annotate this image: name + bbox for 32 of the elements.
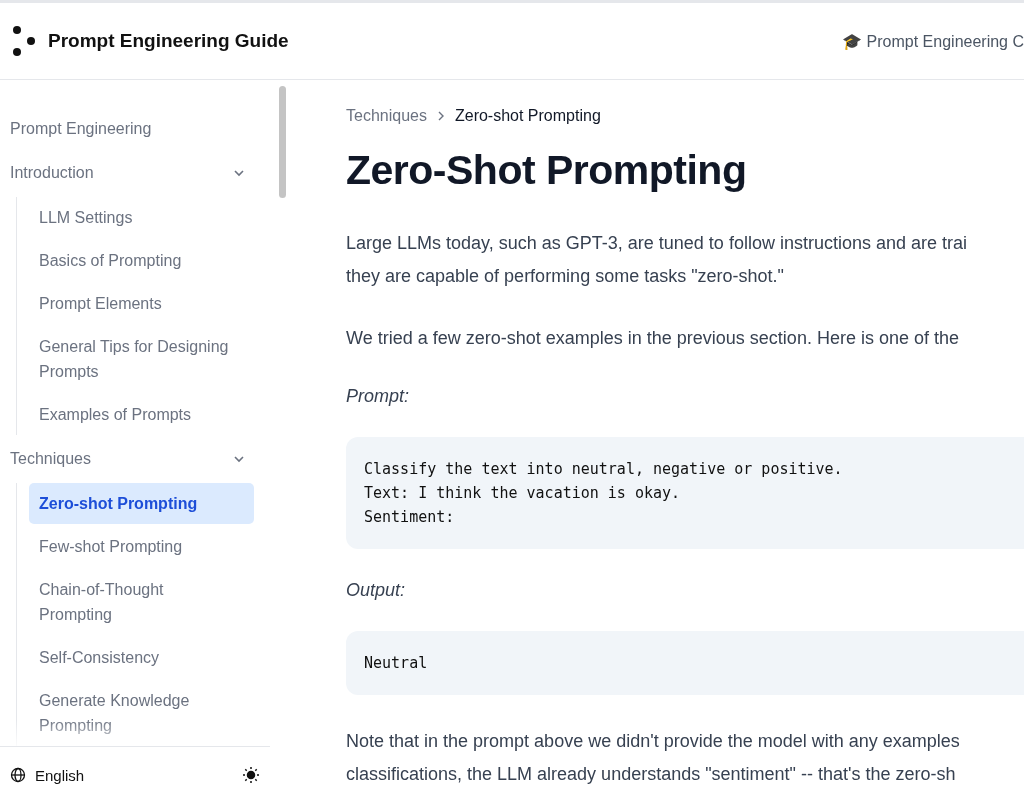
breadcrumb-link[interactable]: Techniques (346, 107, 427, 125)
paragraph-line: We tried a few zero-shot examples in the previous section. Here is one of the (346, 327, 960, 350)
course-link[interactable]: 🎓 Prompt Engineering C (842, 31, 1024, 51)
sidebar-item[interactable]: Generate Knowledge Prompting (29, 680, 254, 746)
logo-icon (12, 26, 36, 56)
sun-icon[interactable] (242, 766, 260, 784)
sidebar-section[interactable]: Prompt Engineering (10, 107, 260, 151)
paragraph-line: classifications, the LLM already understands "sentiment" -- that's the zero-sh (346, 763, 957, 786)
sidebar-item[interactable]: Self-Consistency (29, 637, 254, 678)
sidebar-item[interactable]: LLM Settings (29, 197, 254, 238)
globe-icon (10, 767, 26, 783)
code-block: Neutral (346, 631, 1024, 695)
language-selector[interactable]: English (10, 766, 85, 784)
example-label: Prompt: (346, 386, 411, 407)
sidebar-item[interactable]: Zero-shot Prompting (29, 483, 254, 524)
sidebar-item[interactable]: Prompt Elements (29, 283, 254, 324)
sidebar-section[interactable]: Introduction (10, 151, 260, 195)
paragraph-line: they are capable of performing some tasks "zero-shot." (346, 265, 785, 288)
breadcrumb-link[interactable]: Zero-shot Prompting (454, 107, 601, 125)
site-title[interactable]: Prompt Engineering Guide (48, 30, 289, 52)
paragraph-line: Large LLMs today, such as GPT-3, are tuned to follow instructions and are trai (346, 232, 968, 255)
page-title: Zero-Shot Prompting (346, 147, 748, 194)
example-label: Output: (346, 580, 407, 601)
sidebar-item[interactable]: Examples of Prompts (29, 394, 254, 435)
code-block: Classify the text into neutral, negative or positive. Text: I think the vacation is okay. Sentiment: (346, 437, 1024, 549)
paragraph-line: Note that in the prompt above we didn't provide the model with any examples (346, 730, 961, 753)
sidebar-item[interactable]: Few-shot Prompting (29, 526, 254, 567)
sidebar-item[interactable]: General Tips for Designing Prompts (29, 326, 254, 392)
sidebar-section[interactable]: Techniques (10, 437, 260, 481)
sidebar-item[interactable]: Chain-of-Thought Prompting (29, 569, 254, 635)
scrollbar[interactable] (279, 86, 286, 198)
sidebar-item[interactable]: Basics of Prompting (29, 240, 254, 281)
